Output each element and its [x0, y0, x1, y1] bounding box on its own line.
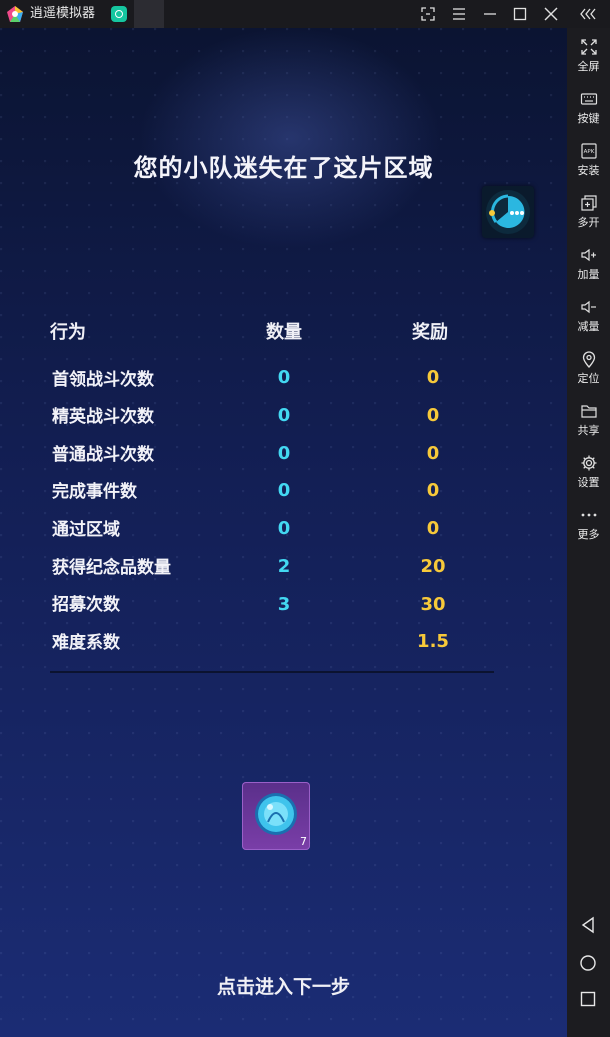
sidebar-item-label: 按键: [577, 112, 600, 125]
row-reward: 0: [426, 367, 440, 388]
app-logo-icon: [7, 6, 23, 22]
close-icon[interactable]: [541, 4, 561, 24]
row-label: 难度系数: [52, 633, 120, 653]
volume-up-icon: [580, 248, 596, 262]
item-count: 7: [300, 835, 307, 848]
svg-text:APK: APK: [583, 149, 594, 155]
sidebar-item-fullscreen[interactable]: 全屏: [567, 32, 610, 82]
row-quantity: 0: [277, 518, 291, 539]
pacman-avatar-icon: [486, 190, 530, 234]
header-quantity: 数量: [266, 322, 302, 343]
sidebar-item-label: 定位: [577, 372, 600, 385]
row-label: 招募次数: [52, 595, 120, 615]
gear-icon: [581, 455, 596, 471]
apk-icon: APK: [580, 143, 597, 159]
sidebar-item-label: 设置: [577, 476, 600, 489]
next-step-button[interactable]: 点击进入下一步: [0, 972, 567, 999]
sidebar-item-share[interactable]: 共享: [567, 396, 610, 446]
sidebar-item-label: 加量: [577, 268, 600, 281]
row-reward: 20: [420, 556, 446, 577]
emulator-sidebar: 全屏 按键 APK 安装 多开 加量 减量 定位 共享 设置 更多: [567, 28, 610, 1037]
row-reward: 0: [426, 480, 440, 501]
sidebar-item-more[interactable]: 更多: [567, 500, 610, 550]
row-label: 通过区域: [52, 520, 120, 540]
sidebar-item-multi[interactable]: 多开: [567, 188, 610, 238]
row-reward: 1.5: [417, 631, 449, 652]
crystal-orb-icon: [255, 793, 297, 835]
row-label: 普通战斗次数: [52, 445, 154, 465]
row-reward: 0: [426, 405, 440, 426]
page-title: 您的小队迷失在了这片区域: [133, 154, 434, 182]
volume-down-icon: [580, 300, 596, 314]
menu-icon[interactable]: [449, 4, 469, 24]
screenshot-icon[interactable]: [418, 4, 438, 24]
sidebar-item-label: 共享: [577, 424, 600, 437]
row-label: 精英战斗次数: [52, 407, 154, 427]
row-label: 完成事件数: [52, 482, 137, 502]
avatar[interactable]: [482, 186, 534, 238]
header-reward: 奖励: [412, 322, 448, 343]
sidebar-item-label: 减量: [577, 320, 600, 333]
sidebar-item-volume-down[interactable]: 减量: [567, 292, 610, 342]
app-tab[interactable]: [134, 0, 164, 28]
sidebar-item-volume-up[interactable]: 加量: [567, 240, 610, 290]
maximize-icon[interactable]: [510, 4, 530, 24]
game-screen[interactable]: 您的小队迷失在了这片区域 行为 数量 奖励 首领战斗次数 0 0 精英战斗次数 …: [0, 28, 567, 1037]
sidebar-item-label: 安装: [577, 164, 600, 177]
back-icon[interactable]: [578, 915, 598, 935]
row-quantity: 0: [277, 443, 291, 464]
minimize-icon[interactable]: [480, 4, 500, 24]
row-quantity: 0: [277, 367, 291, 388]
row-quantity: 0: [277, 405, 291, 426]
row-label: 获得纪念品数量: [52, 558, 171, 578]
row-reward: 0: [426, 443, 440, 464]
row-quantity: 3: [277, 594, 291, 615]
sidebar-item-label: 全屏: [577, 60, 600, 73]
app-tab-icon[interactable]: [111, 6, 127, 22]
divider: [50, 671, 494, 673]
row-label: 首领战斗次数: [52, 370, 154, 390]
location-icon: [582, 351, 595, 368]
sidebar-item-location[interactable]: 定位: [567, 344, 610, 394]
sidebar-item-label: 多开: [577, 216, 600, 229]
row-reward: 0: [426, 518, 440, 539]
sidebar-item-keyboard[interactable]: 按键: [567, 84, 610, 134]
sidebar-item-settings[interactable]: 设置: [567, 448, 610, 498]
multi-instance-icon: [580, 195, 597, 211]
more-icon: [581, 513, 596, 517]
home-icon[interactable]: [578, 953, 598, 973]
row-quantity: 2: [277, 556, 291, 577]
row-reward: 30: [420, 594, 446, 615]
sidebar-item-install[interactable]: APK 安装: [567, 136, 610, 186]
header-action: 行为: [50, 322, 86, 343]
reward-item[interactable]: 7: [242, 782, 310, 850]
app-title: 逍遥模拟器: [30, 6, 96, 21]
title-bar: 逍遥模拟器: [0, 0, 610, 28]
sidebar-item-label: 更多: [577, 528, 600, 541]
recents-icon[interactable]: [578, 989, 598, 1009]
folder-icon: [580, 405, 597, 418]
collapse-icon[interactable]: [578, 4, 598, 24]
fullscreen-icon: [580, 39, 597, 55]
keyboard-icon: [580, 93, 597, 105]
row-quantity: 0: [277, 480, 291, 501]
